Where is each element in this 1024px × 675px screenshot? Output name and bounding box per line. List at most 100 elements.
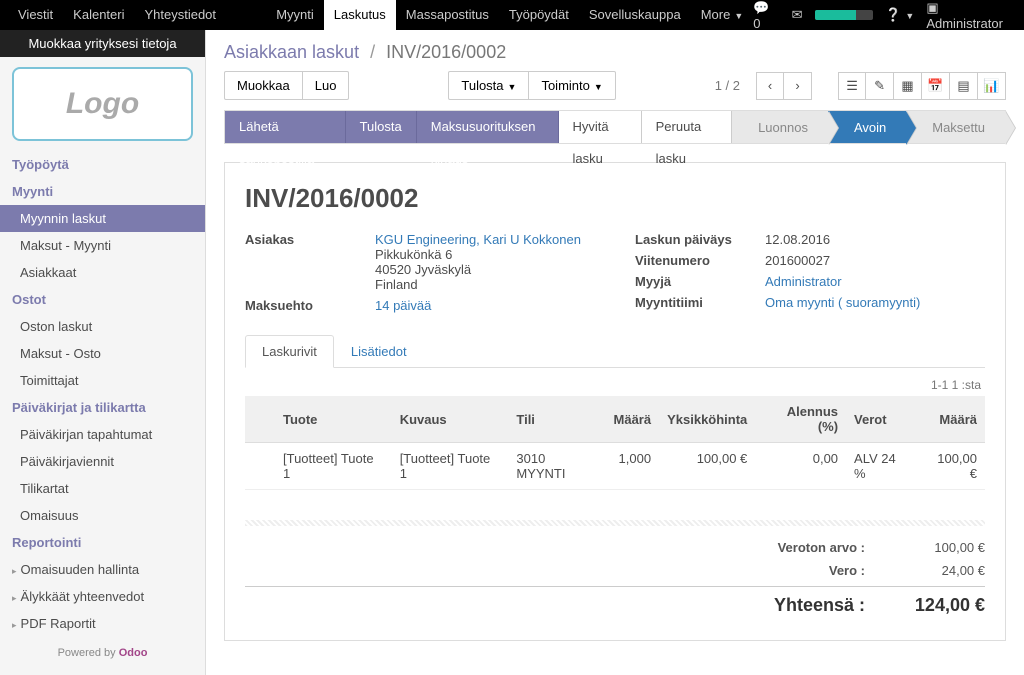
customer-addr1: Pikkukönkä 6 <box>375 247 595 262</box>
messages-icon[interactable]: 💬 0 <box>753 0 779 31</box>
help-icon[interactable]: ❔▼ <box>885 7 914 23</box>
section-paivakirjat[interactable]: Päiväkirjat ja tilikartta <box>0 394 205 421</box>
action-dropdown[interactable]: Toiminto▼ <box>529 71 615 100</box>
odoo-link[interactable]: Odoo <box>119 647 148 659</box>
sidebar-item-viennit[interactable]: Päiväkirjaviennit <box>0 448 205 475</box>
section-tyopoyta[interactable]: Työpöytä <box>0 151 205 178</box>
register-payment-button[interactable]: Maksusuorituksen kirjaus <box>417 111 559 143</box>
nav-laskutus[interactable]: Laskutus <box>324 0 396 30</box>
create-button[interactable]: Luo <box>303 71 350 100</box>
status-draft[interactable]: Luonnos <box>732 111 828 143</box>
total-label: Yhteensä : <box>685 595 865 616</box>
sidebar-item-oston-laskut[interactable]: Oston laskut <box>0 313 205 340</box>
kanban-view-icon[interactable]: ▦ <box>894 72 922 100</box>
breadcrumb-root[interactable]: Asiakkaan laskut <box>224 42 359 62</box>
edit-company-banner[interactable]: Muokkaa yrityksesi tietoja <box>0 30 205 57</box>
seller-link[interactable]: Administrator <box>765 274 985 289</box>
th-product: Tuote <box>275 396 392 443</box>
ref-value: 201600027 <box>765 253 985 268</box>
sidebar-item-toimittajat[interactable]: Toimittajat <box>0 367 205 394</box>
user-menu[interactable]: ▣ Administrator <box>926 0 1016 31</box>
toolbar: Muokkaa Luo Tulosta▼ Toiminto▼ 1 / 2 ‹ ›… <box>206 71 1024 110</box>
cell-amount: 100,00 € <box>919 443 985 490</box>
print-dropdown[interactable]: Tulosta▼ <box>448 71 529 100</box>
nav-myynti[interactable]: Myynti <box>266 0 324 30</box>
status-paid[interactable]: Maksettu <box>906 111 1005 143</box>
nav-kalenteri[interactable]: Kalenteri <box>63 0 134 30</box>
calendar-view-icon[interactable]: 📅 <box>922 72 950 100</box>
th-desc: Kuvaus <box>392 396 509 443</box>
th-price: Yksikköhinta <box>659 396 755 443</box>
edit-button[interactable]: Muokkaa <box>224 71 303 100</box>
sidebar-item-tilikartat[interactable]: Tilikartat <box>0 475 205 502</box>
seller-label: Myyjä <box>635 274 765 289</box>
untaxed-label: Veroton arvo : <box>685 540 865 555</box>
payment-term-link[interactable]: 14 päivää <box>375 298 595 313</box>
pivot-view-icon[interactable]: ▤ <box>950 72 978 100</box>
status-open[interactable]: Avoin <box>828 111 906 143</box>
th-tax: Verot <box>846 396 918 443</box>
sidebar-item-omaisuuden-hallinta[interactable]: ▸Omaisuuden hallinta <box>0 556 205 583</box>
form-sheet: INV/2016/0002 Asiakas KGU Engineering, K… <box>224 162 1006 641</box>
company-logo[interactable]: Logo <box>12 67 193 141</box>
th-discount: Alennus (%) <box>755 396 846 443</box>
print-invoice-button[interactable]: Tulosta <box>346 111 417 143</box>
cell-price: 100,00 € <box>659 443 755 490</box>
tab-invoice-lines[interactable]: Laskurivit <box>245 335 334 368</box>
payment-term-label: Maksuehto <box>245 298 375 313</box>
main-content: Asiakkaan laskut / INV/2016/0002 Muokkaa… <box>206 30 1024 675</box>
date-value: 12.08.2016 <box>765 232 985 247</box>
customer-link[interactable]: KGU Engineering, Kari U Kokkonen <box>375 232 595 247</box>
nav-viestit[interactable]: Viestit <box>8 0 63 30</box>
customer-addr3: Finland <box>375 277 595 292</box>
breadcrumb-current: INV/2016/0002 <box>386 42 506 62</box>
nav-more[interactable]: More▼ <box>691 0 754 30</box>
range-info: 1-1 1 :sta <box>245 368 985 396</box>
pager-next-button[interactable]: › <box>784 72 812 100</box>
list-view-icon[interactable]: ☰ <box>838 72 866 100</box>
sidebar-item-yhteenvedot[interactable]: ▸Älykkäät yhteenvedot <box>0 583 205 610</box>
nav-massapostitus[interactable]: Massapostitus <box>396 0 499 30</box>
sidebar-item-maksut-osto[interactable]: Maksut - Osto <box>0 340 205 367</box>
pager-text: 1 / 2 <box>715 78 740 93</box>
sidebar-item-myynnin-laskut[interactable]: Myynnin laskut <box>0 205 205 232</box>
tab-extra-info[interactable]: Lisätiedot <box>334 335 424 368</box>
nav-tyopoydat[interactable]: Työpöydät <box>499 0 579 30</box>
sidebar: Muokkaa yrityksesi tietoja Logo Työpöytä… <box>0 30 206 675</box>
send-email-button[interactable]: Lähetä sähköpostilla <box>225 111 346 143</box>
table-row[interactable]: [Tuotteet] Tuote 1 [Tuotteet] Tuote 1 30… <box>245 443 985 490</box>
sidebar-item-tapahtumat[interactable]: Päiväkirjan tapahtumat <box>0 421 205 448</box>
sidebar-item-pdf-raportit[interactable]: ▸PDF Raportit <box>0 610 205 637</box>
total-value: 124,00 € <box>865 595 985 616</box>
th-account: Tili <box>508 396 605 443</box>
chevron-right-icon: ▸ <box>12 620 17 630</box>
cell-qty: 1,000 <box>606 443 660 490</box>
nav-sovelluskauppa[interactable]: Sovelluskauppa <box>579 0 691 30</box>
nav-crm[interactable]: Yhteystiedot (CRM) <box>134 0 266 30</box>
untaxed-value: 100,00 € <box>865 540 985 555</box>
customer-addr2: 40520 Jyväskylä <box>375 262 595 277</box>
tax-value: 24,00 € <box>865 563 985 578</box>
section-reportointi[interactable]: Reportointi <box>0 529 205 556</box>
form-view-icon[interactable]: ✎ <box>866 72 894 100</box>
th-qty: Määrä <box>606 396 660 443</box>
mail-icon[interactable]: ✉ <box>792 7 803 23</box>
refund-button[interactable]: Hyvitä lasku <box>559 111 642 143</box>
invoice-lines-table: Tuote Kuvaus Tili Määrä Yksikköhinta Ale… <box>245 396 985 490</box>
cell-tax: ALV 24 % <box>846 443 918 490</box>
sidebar-item-omaisuus[interactable]: Omaisuus <box>0 502 205 529</box>
sidebar-item-maksut-myynti[interactable]: Maksut - Myynti <box>0 232 205 259</box>
breadcrumb-sep: / <box>370 42 375 62</box>
sidebar-item-asiakkaat[interactable]: Asiakkaat <box>0 259 205 286</box>
section-myynti[interactable]: Myynti <box>0 178 205 205</box>
cancel-invoice-button[interactable]: Peruuta lasku <box>642 111 732 143</box>
graph-view-icon[interactable]: 📊 <box>978 72 1006 100</box>
separator <box>245 520 985 526</box>
tabs: Laskurivit Lisätiedot <box>245 335 985 368</box>
pager-prev-button[interactable]: ‹ <box>756 72 784 100</box>
cell-desc: [Tuotteet] Tuote 1 <box>392 443 509 490</box>
progress-bar <box>815 10 874 20</box>
chevron-right-icon: ▸ <box>12 566 17 576</box>
team-link[interactable]: Oma myynti ( suoramyynti) <box>765 295 985 310</box>
section-ostot[interactable]: Ostot <box>0 286 205 313</box>
